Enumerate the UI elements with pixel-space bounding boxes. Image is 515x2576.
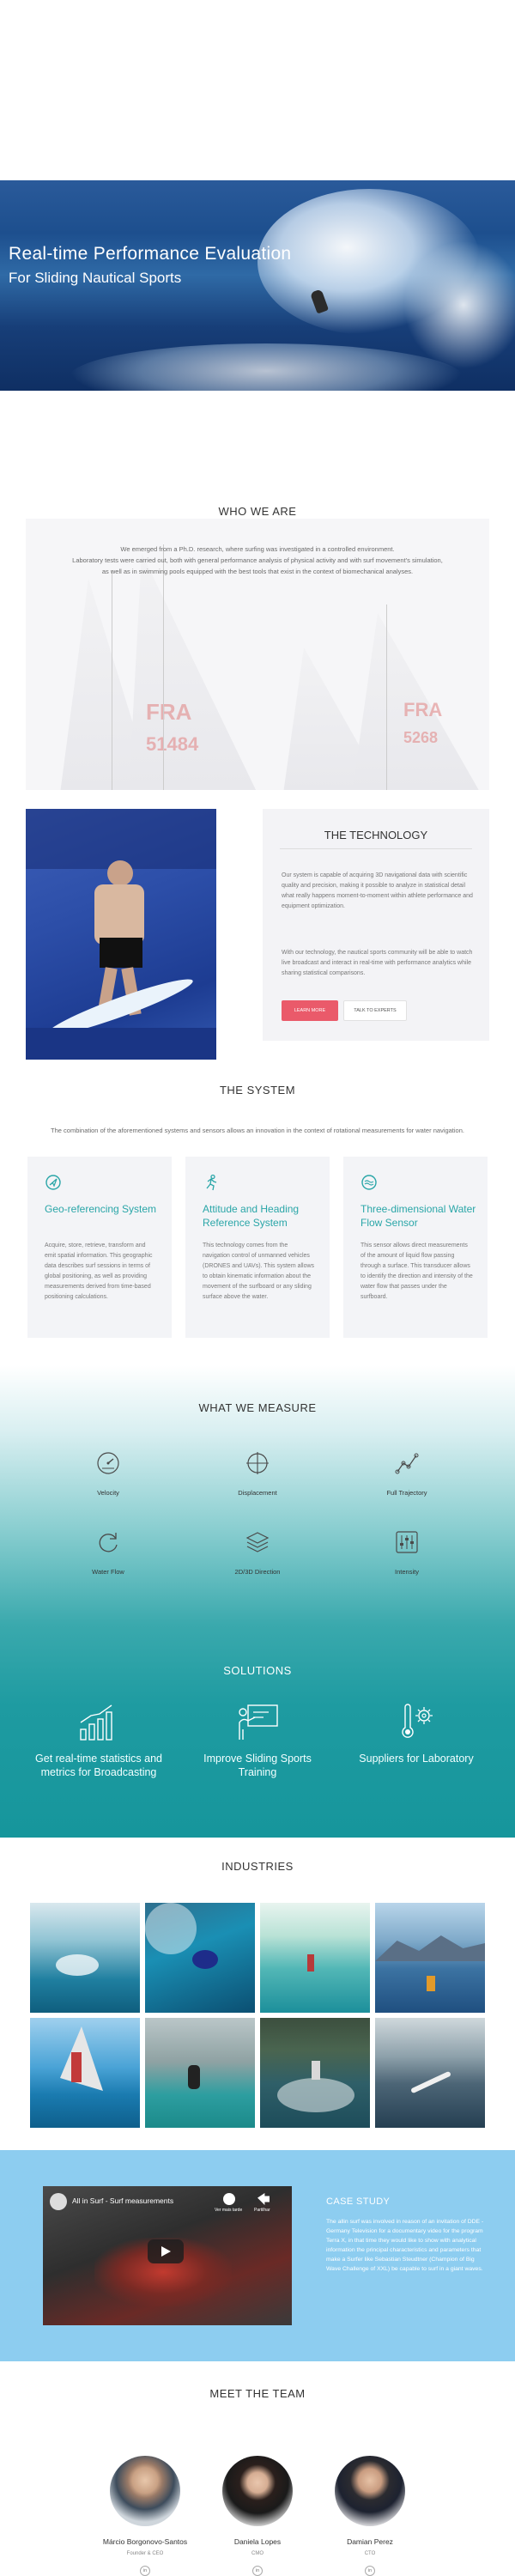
trajectory-icon xyxy=(395,1453,419,1474)
member-role: CTO xyxy=(364,2551,376,2556)
bar-chart-icon xyxy=(80,1704,112,1741)
member-name: Damian Perez xyxy=(347,2537,393,2546)
clock-icon[interactable] xyxy=(223,2193,235,2205)
measure-title: WHAT WE MEASURE xyxy=(198,1401,317,1414)
sail-number: 5268 xyxy=(403,729,439,746)
video-title[interactable]: All in Surf - Surf measurements xyxy=(72,2196,173,2205)
hero-banner: Real-time Performance Evaluation For Sli… xyxy=(0,180,515,391)
crosshair-icon xyxy=(246,1452,269,1474)
industry-image-bodyboard[interactable] xyxy=(145,1903,255,2013)
channel-avatar xyxy=(50,2193,67,2210)
measure-label: Full Trajectory xyxy=(386,1489,427,1497)
technology-card: THE TECHNOLOGY Our system is capable of … xyxy=(263,809,489,1041)
measure-label: Velocity xyxy=(97,1489,119,1497)
navigation-icon xyxy=(45,1175,61,1190)
video-player[interactable]: All in Surf - Surf measurements Ver mais… xyxy=(43,2186,292,2325)
wave-wash xyxy=(69,343,464,391)
industry-image-lake[interactable] xyxy=(375,1903,485,2013)
technology-title: THE TECHNOLOGY xyxy=(324,829,428,841)
system-card-title: Attitude and Heading Reference System xyxy=(203,1203,300,1229)
who-we-are-text: We emerged from a Ph.D. research, where … xyxy=(69,544,446,577)
solution-label: Improve Sliding Sports Training xyxy=(203,1753,312,1778)
measure-label: Intensity xyxy=(395,1568,419,1576)
learn-more-button[interactable]: LEARN MORE xyxy=(282,1000,338,1021)
case-study-title: CASE STUDY xyxy=(326,2196,391,2207)
play-icon xyxy=(161,2246,171,2257)
measure-label: Displacement xyxy=(238,1489,277,1497)
system-card-text: Acquire, store, retrieve, transform and … xyxy=(45,1242,153,1300)
wave-spray xyxy=(403,240,515,369)
hero-title: Real-time Performance Evaluation xyxy=(9,244,292,264)
who-we-are-line: Laboratory tests were carried out, both … xyxy=(72,556,443,575)
member-name: Daniela Lopes xyxy=(233,2537,282,2546)
member-name: Márcio Borgonovo-Santos xyxy=(102,2537,188,2546)
share-label: Partilhar xyxy=(254,2208,270,2213)
hero-subtitle: For Sliding Nautical Sports xyxy=(9,270,182,286)
avatar xyxy=(110,2456,180,2526)
avatar xyxy=(335,2456,405,2526)
industry-image-kitesurf[interactable] xyxy=(145,2018,255,2128)
member-role: Founder & CEO xyxy=(126,2551,164,2556)
industry-image-kayak[interactable] xyxy=(375,2018,485,2128)
play-button[interactable] xyxy=(148,2239,184,2263)
system-card-title: Geo-referencing System xyxy=(45,1203,157,1215)
system-card: Three-dimensional Water Flow Sensor This… xyxy=(343,1157,488,1338)
industry-image-sup[interactable] xyxy=(260,1903,370,2013)
thermometer-gear-icon xyxy=(402,1704,433,1738)
water-flow-icon xyxy=(361,1175,377,1190)
system-card-text: This technology comes from the navigatio… xyxy=(203,1242,315,1300)
solutions-title: SOLUTIONS xyxy=(223,1664,292,1677)
solution-label: Suppliers for Laboratory xyxy=(359,1753,474,1765)
running-person-icon xyxy=(206,1174,217,1191)
refresh-flow-icon xyxy=(99,1533,118,1552)
talk-to-experts-button[interactable]: TALK TO EXPERTS xyxy=(343,1000,407,1021)
system-card-text: This sensor allows direct measurements o… xyxy=(360,1242,473,1300)
case-study-text: The allin surf was involved in reason of… xyxy=(326,2219,484,2272)
measure-label: Water Flow xyxy=(92,1568,124,1576)
industries-title: INDUSTRIES xyxy=(221,1860,294,1873)
sail-number: FRA xyxy=(403,699,443,720)
system-card-title: Three-dimensional Water Flow Sensor xyxy=(360,1203,476,1229)
avatar xyxy=(222,2456,293,2526)
system-title: THE SYSTEM xyxy=(219,1084,296,1097)
industry-image-wakeboard[interactable] xyxy=(260,2018,370,2128)
technology-paragraph: With our technology, the nautical sports… xyxy=(282,950,473,976)
presentation-board-icon xyxy=(239,1704,278,1740)
who-we-are-title: WHO WE ARE xyxy=(218,505,297,518)
sliders-icon xyxy=(396,1531,418,1553)
watch-later-label: Ver mais tarde xyxy=(215,2208,243,2213)
sail-number: 51484 xyxy=(146,733,199,755)
layers-icon xyxy=(245,1532,270,1552)
system-subtitle: The combination of the aforementioned sy… xyxy=(51,1127,464,1134)
who-we-are-line: We emerged from a Ph.D. research, where … xyxy=(120,545,395,553)
share-icon[interactable] xyxy=(258,2193,270,2205)
system-card: Geo-referencing System Acquire, store, r… xyxy=(27,1157,172,1338)
solution-label: Get real-time statistics and metrics for… xyxy=(35,1753,162,1778)
technology-photo xyxy=(26,809,216,1060)
team-title: MEET THE TEAM xyxy=(209,2387,306,2400)
linkedin-icon[interactable]: in xyxy=(140,2566,150,2576)
speedometer-icon xyxy=(97,1452,119,1474)
technology-paragraph: Our system is capable of acquiring 3D na… xyxy=(282,872,473,909)
linkedin-icon[interactable]: in xyxy=(252,2566,263,2576)
industry-image-surfing[interactable] xyxy=(30,1903,140,2013)
sail-number: FRA xyxy=(146,699,192,725)
industry-image-windsurf[interactable] xyxy=(30,2018,140,2128)
linkedin-icon[interactable]: in xyxy=(365,2566,375,2576)
member-role: CMO xyxy=(251,2551,264,2556)
system-card: Attitude and Heading Reference System Th… xyxy=(185,1157,330,1338)
divider xyxy=(280,848,472,849)
measure-label: 2D/3D Direction xyxy=(234,1568,281,1576)
